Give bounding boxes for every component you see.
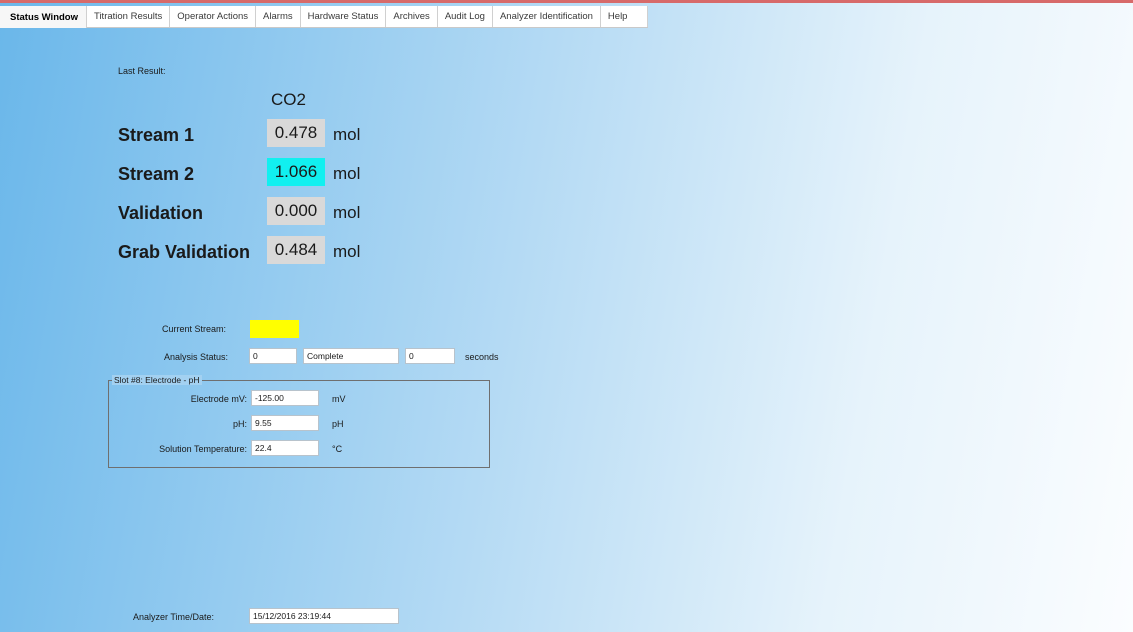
stream-2-label: Stream 2 — [118, 164, 195, 184]
last-result-label: Last Result: — [118, 66, 166, 76]
analysis-status-text-field: Complete — [303, 348, 399, 364]
stream-1-label: Stream 1 — [118, 125, 195, 145]
tab-archives[interactable]: Archives — [386, 6, 438, 27]
solution-temperature-unit: °C — [332, 444, 343, 454]
grab-validation-label: Grab Validation — [118, 242, 251, 262]
grab-validation-value: 0.484 — [267, 236, 325, 264]
ph-label: pH: — [232, 419, 247, 429]
tab-hardware-status[interactable]: Hardware Status — [300, 6, 387, 27]
electrode-mv-unit: mV — [332, 394, 346, 404]
validation-label: Validation — [118, 203, 204, 223]
electrode-group-legend: Slot #8: Electrode - pH — [112, 375, 202, 385]
validation-unit: mol — [333, 203, 361, 222]
seconds-unit-label: seconds — [465, 352, 499, 362]
current-stream-label: Current Stream: — [162, 324, 227, 334]
grab-validation-unit: mol — [333, 242, 361, 261]
analysis-status-code-field: 0 — [249, 348, 297, 364]
stream-2-unit: mol — [333, 164, 361, 183]
analysis-status-label: Analysis Status: — [164, 352, 229, 362]
menu-tabs: Titration Results Operator Actions Alarm… — [87, 6, 649, 28]
tab-analyzer-identification[interactable]: Analyzer Identification — [492, 6, 601, 27]
solution-temperature-label: Solution Temperature: — [159, 444, 247, 454]
tab-titration-results[interactable]: Titration Results — [87, 6, 171, 27]
tab-help[interactable]: Help — [600, 6, 649, 27]
tab-alarms[interactable]: Alarms — [256, 6, 301, 27]
menu-bar: Status Window Titration Results Operator… — [0, 6, 1133, 28]
tab-audit-log[interactable]: Audit Log — [437, 6, 493, 27]
electrode-mv-field: -125.00 — [251, 390, 319, 406]
analysis-seconds-field: 0 — [405, 348, 455, 364]
current-stream-indicator — [250, 320, 299, 338]
ph-field: 9.55 — [251, 415, 319, 431]
co2-column-header: CO2 — [271, 90, 306, 109]
ph-unit: pH — [332, 419, 344, 429]
analyzer-time-field: 15/12/2016 23:19:44 — [249, 608, 399, 624]
validation-value: 0.000 — [267, 197, 325, 225]
electrode-mv-label: Electrode mV: — [190, 394, 247, 404]
window-top-border — [0, 0, 1133, 3]
analyzer-time-label: Analyzer Time/Date: — [133, 612, 215, 622]
electrode-group-box: Slot #8: Electrode - pH Electrode mV: -1… — [108, 375, 490, 468]
stream-1-value: 0.478 — [267, 119, 325, 147]
solution-temperature-field: 22.4 — [251, 440, 319, 456]
stream-1-unit: mol — [333, 125, 361, 144]
stream-2-value: 1.066 — [267, 158, 325, 186]
tab-status-window[interactable]: Status Window — [0, 6, 87, 28]
tab-operator-actions[interactable]: Operator Actions — [170, 6, 257, 27]
